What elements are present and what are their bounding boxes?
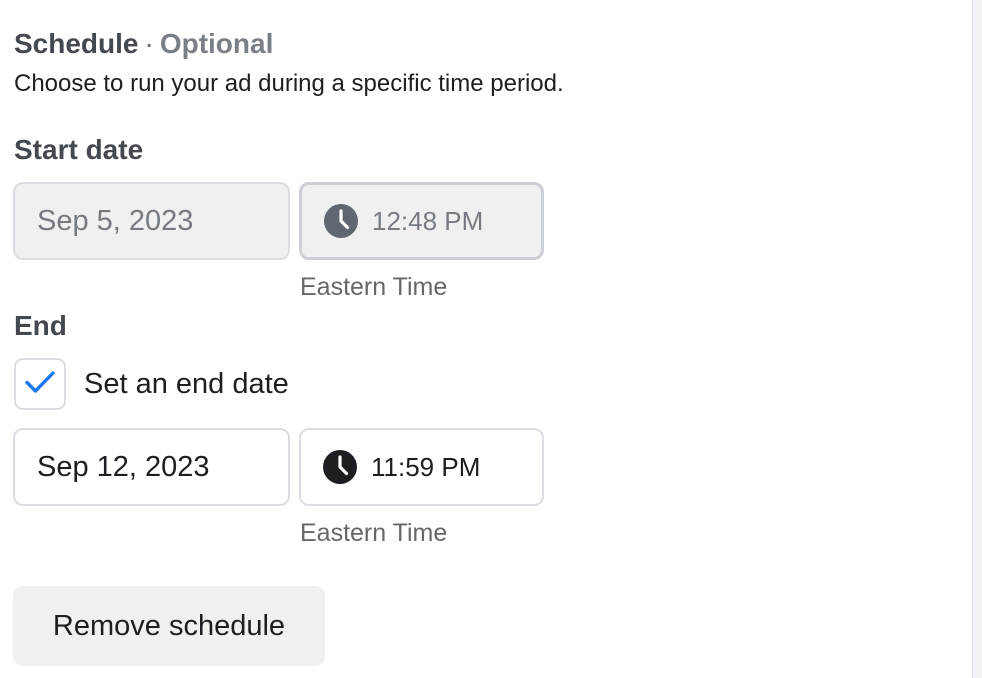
optional-label: Optional: [159, 28, 274, 59]
start-timezone-label: Eastern Time: [300, 273, 448, 301]
end-date-checkbox-label[interactable]: Set an end date: [84, 366, 289, 402]
start-time-value: 12:48 PM: [372, 205, 484, 236]
remove-schedule-button[interactable]: Remove schedule: [13, 586, 325, 666]
schedule-header: Schedule · Optional: [14, 26, 273, 62]
end-time-value: 11:59 PM: [371, 451, 481, 482]
start-date-label: Start date: [14, 134, 144, 165]
checkmark-icon: [25, 370, 55, 399]
title-separator: ·: [144, 28, 154, 59]
clock-icon: [323, 450, 357, 484]
schedule-title: Schedule: [14, 28, 139, 59]
start-time-field[interactable]: 12:48 PM: [299, 182, 544, 260]
schedule-panel: Schedule · Optional Choose to run your ad …: [0, 0, 972, 678]
schedule-description: Choose to run your ad during a specific …: [14, 70, 564, 97]
end-time-field[interactable]: 11:59 PM: [299, 428, 544, 506]
start-date-value: Sep 5, 2023: [37, 204, 194, 237]
end-date-value: Sep 12, 2023: [37, 450, 210, 483]
end-date-field[interactable]: Sep 12, 2023: [13, 428, 290, 506]
end-date-checkbox[interactable]: [14, 358, 66, 410]
end-label: End: [14, 310, 67, 341]
start-date-field[interactable]: Sep 5, 2023: [13, 182, 290, 260]
clock-icon: [324, 204, 358, 238]
end-timezone-label: Eastern Time: [300, 519, 448, 547]
scrollbar-track[interactable]: [972, 0, 982, 678]
